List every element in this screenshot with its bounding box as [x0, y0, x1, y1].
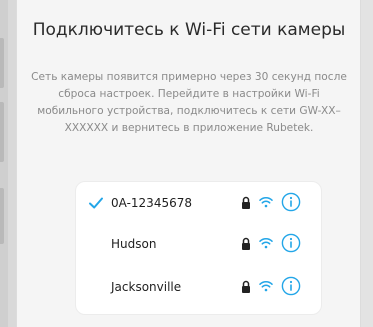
network-item-jacksonville[interactable]: Jacksonville — [76, 268, 321, 308]
network-name: Jacksonville — [111, 280, 182, 294]
wifi-icon — [259, 237, 273, 249]
device-frame-left — [0, 0, 8, 327]
connect-wifi-screen: Подключитесь к Wi-Fi сети камеры Сеть ка… — [16, 0, 361, 327]
wifi-network-list: 0A-12345678 Hudson Jacksonville — [75, 181, 322, 315]
network-item-0a-12345678[interactable]: 0A-12345678 — [76, 184, 321, 224]
info-icon[interactable] — [281, 192, 301, 212]
page-title: Подключитесь к Wi-Fi сети камеры — [32, 20, 346, 40]
network-item-hudson[interactable]: Hudson — [76, 225, 321, 265]
info-icon[interactable] — [281, 233, 301, 253]
device-frame-right — [361, 0, 373, 327]
instructions-text: Сеть камеры появится примерно через 30 с… — [31, 71, 347, 134]
network-name: 0A-12345678 — [111, 196, 192, 210]
lock-icon — [242, 196, 250, 209]
checkmark-icon — [89, 197, 103, 209]
lock-icon — [242, 237, 250, 250]
wifi-icon — [259, 280, 273, 292]
info-icon[interactable] — [281, 276, 301, 296]
network-name: Hudson — [111, 237, 157, 251]
lock-icon — [242, 280, 250, 293]
wifi-icon — [259, 196, 273, 208]
